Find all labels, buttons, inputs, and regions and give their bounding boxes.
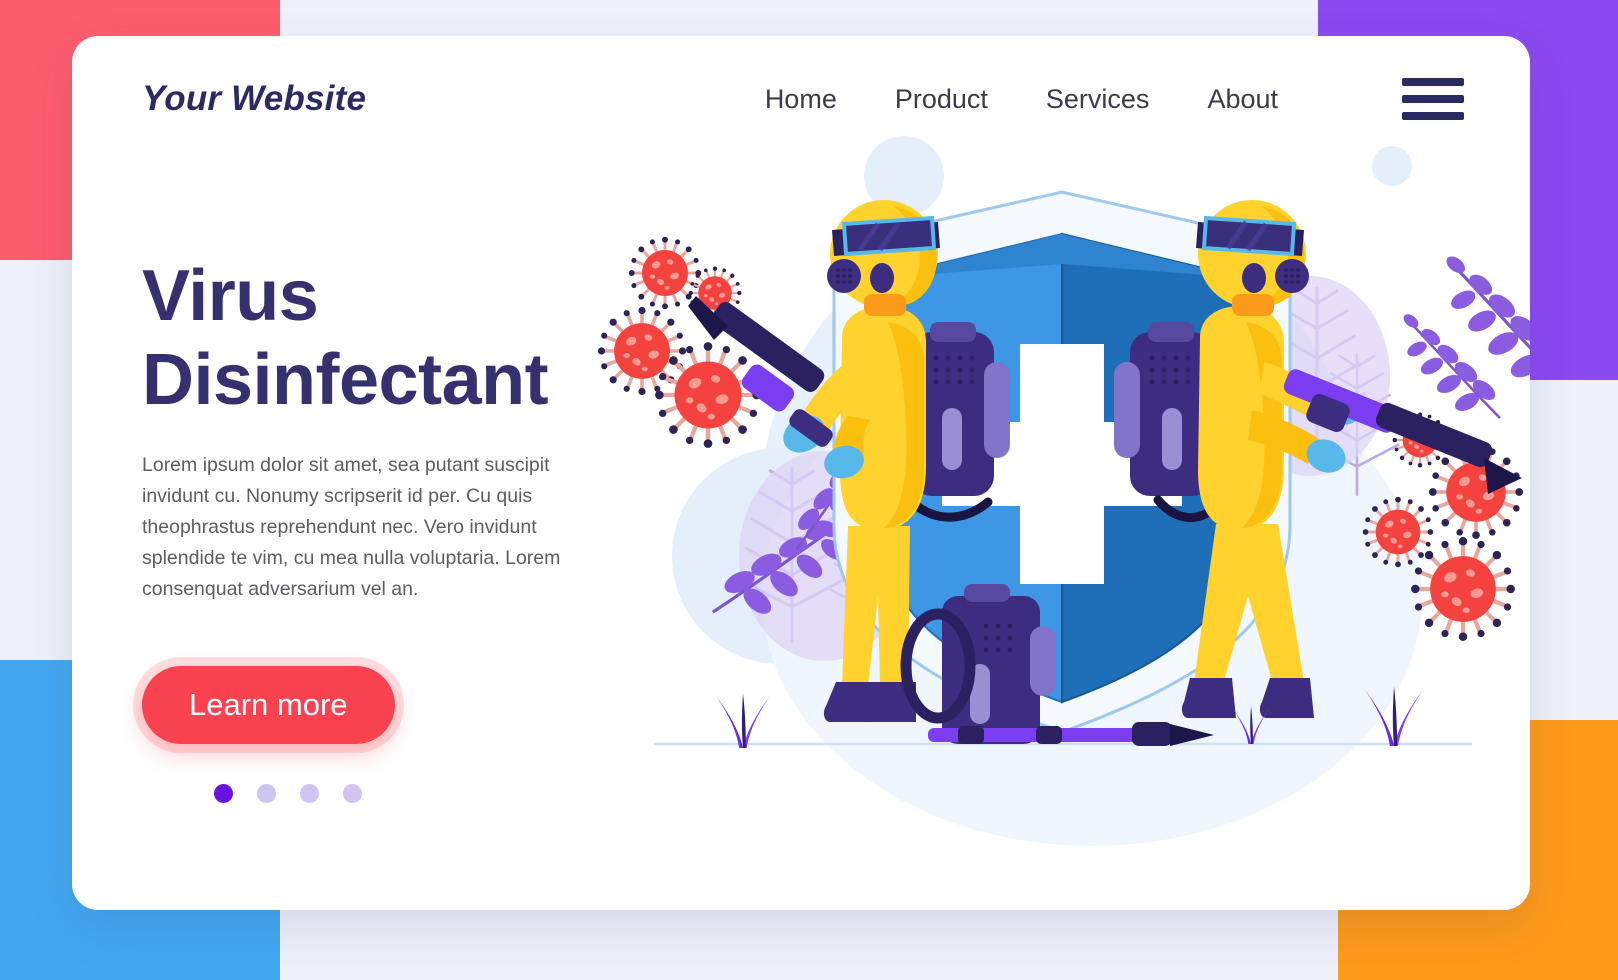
page-title-line-1: Virus [142,256,319,336]
carousel-dots [214,784,662,804]
hero-description: Lorem ipsum dolor sit amet, sea putant s… [142,454,561,600]
page-title: Virus Disinfectant [142,254,662,422]
carousel-dot-4[interactable] [343,784,362,804]
carousel-dot-1[interactable] [214,784,233,804]
hamburger-icon[interactable] [1402,77,1464,121]
hero-section: Virus Disinfectant Lorem ipsum dolor sit… [142,254,662,804]
nav-item-services[interactable]: Services [1046,84,1150,115]
landing-page-card: Your Website Home Product Services About… [72,36,1530,910]
hamburger-bar [1402,95,1464,103]
hamburger-bar [1402,112,1464,120]
learn-more-button[interactable]: Learn more [142,666,395,745]
site-header: Your Website Home Product Services About [72,36,1530,162]
page-title-line-2: Disinfectant [142,340,549,421]
hero-illustration [592,126,1530,846]
nav-item-product[interactable]: Product [895,84,988,115]
main-navigation: Home Product Services About [765,77,1464,121]
nav-item-home[interactable]: Home [765,84,837,115]
site-logo[interactable]: Your Website [142,79,366,119]
nav-item-about[interactable]: About [1207,84,1278,115]
carousel-dot-3[interactable] [300,784,319,804]
hamburger-bar [1402,78,1464,86]
carousel-dot-2[interactable] [257,784,276,804]
